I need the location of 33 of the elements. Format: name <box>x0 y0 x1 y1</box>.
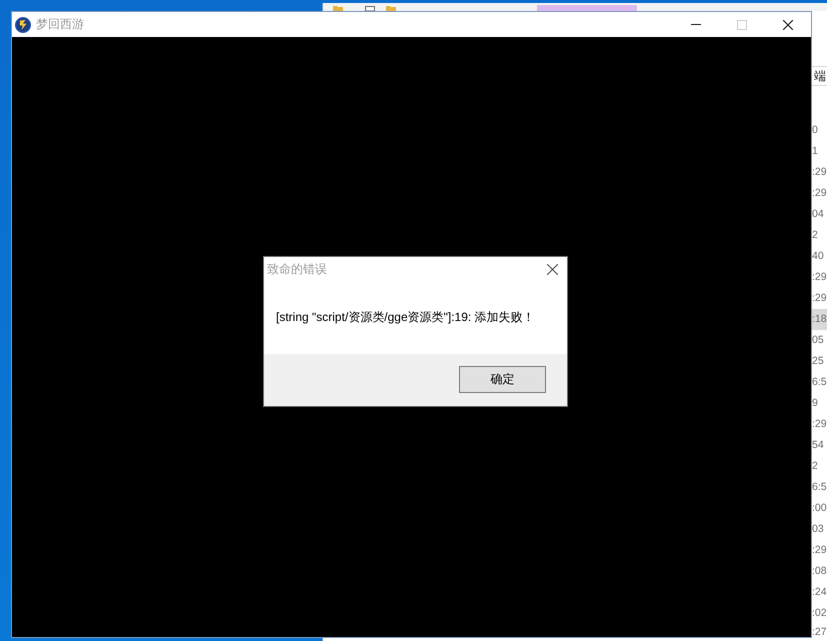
app-logo-icon <box>15 16 31 32</box>
file-list-row[interactable]: 6:5 <box>812 477 827 498</box>
file-list-row[interactable]: 9 <box>812 393 827 414</box>
file-list-row[interactable]: :29 <box>812 540 827 561</box>
file-list-row[interactable]: :29 <box>812 414 827 435</box>
file-list-row[interactable]: 25 <box>812 351 827 372</box>
minimize-icon[interactable] <box>691 24 701 25</box>
file-list-row[interactable]: 1 <box>812 141 827 162</box>
file-list-row[interactable]: :24 <box>812 582 827 603</box>
file-list-row[interactable]: :29 <box>812 162 827 183</box>
error-message: [string "script/资源类/gge资源类"]:19: 添加失败！ <box>276 310 535 325</box>
file-list-row[interactable]: :29 <box>812 267 827 288</box>
file-list-row[interactable]: :27 <box>812 624 827 640</box>
file-list-row[interactable]: 6:5 <box>812 372 827 393</box>
window-title: 梦回西游 <box>36 17 84 32</box>
file-list-row[interactable]: :00 <box>812 498 827 519</box>
file-list-row[interactable]: 05 <box>812 330 827 351</box>
file-list-row[interactable]: 2 <box>812 225 827 246</box>
file-list-row[interactable]: :29 <box>812 288 827 309</box>
dialog-title: 致命的错误 <box>267 262 327 276</box>
close-icon[interactable] <box>783 20 793 30</box>
file-list-row[interactable]: 54 <box>812 435 827 456</box>
file-list-row[interactable]: 04 <box>812 204 827 225</box>
file-list-row[interactable]: :29 <box>812 183 827 204</box>
file-list-row[interactable]: :18 <box>812 309 827 330</box>
file-list-row[interactable]: 40 <box>812 246 827 267</box>
close-icon[interactable] <box>546 264 558 274</box>
file-list-row[interactable]: :08 <box>812 561 827 582</box>
file-list-row[interactable]: 03 <box>812 519 827 540</box>
file-list-row[interactable]: :02 <box>812 603 827 624</box>
ok-button[interactable]: 确定 <box>459 366 546 393</box>
file-list-row[interactable]: 2 <box>812 456 827 477</box>
file-list-row[interactable]: 0 <box>812 120 827 141</box>
